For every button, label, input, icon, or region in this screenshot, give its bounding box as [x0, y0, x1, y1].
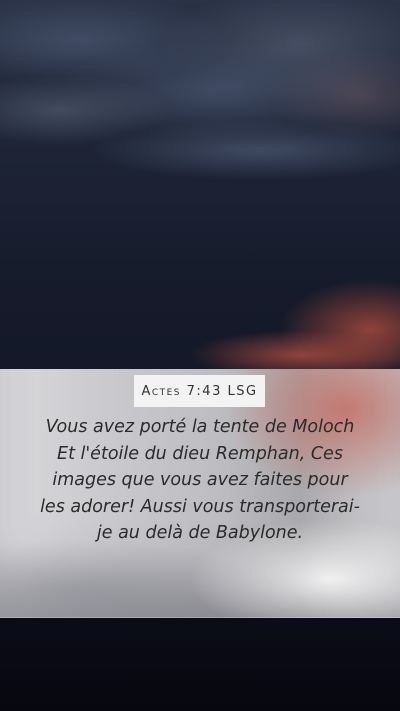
verse-reference: Actes 7:43 LSG [134, 375, 265, 407]
verse-reference-label: Actes 7:43 LSG [141, 383, 258, 399]
verse-text: Vous avez porté la tente de Moloch Et l'… [40, 417, 360, 543]
divider [0, 617, 400, 618]
